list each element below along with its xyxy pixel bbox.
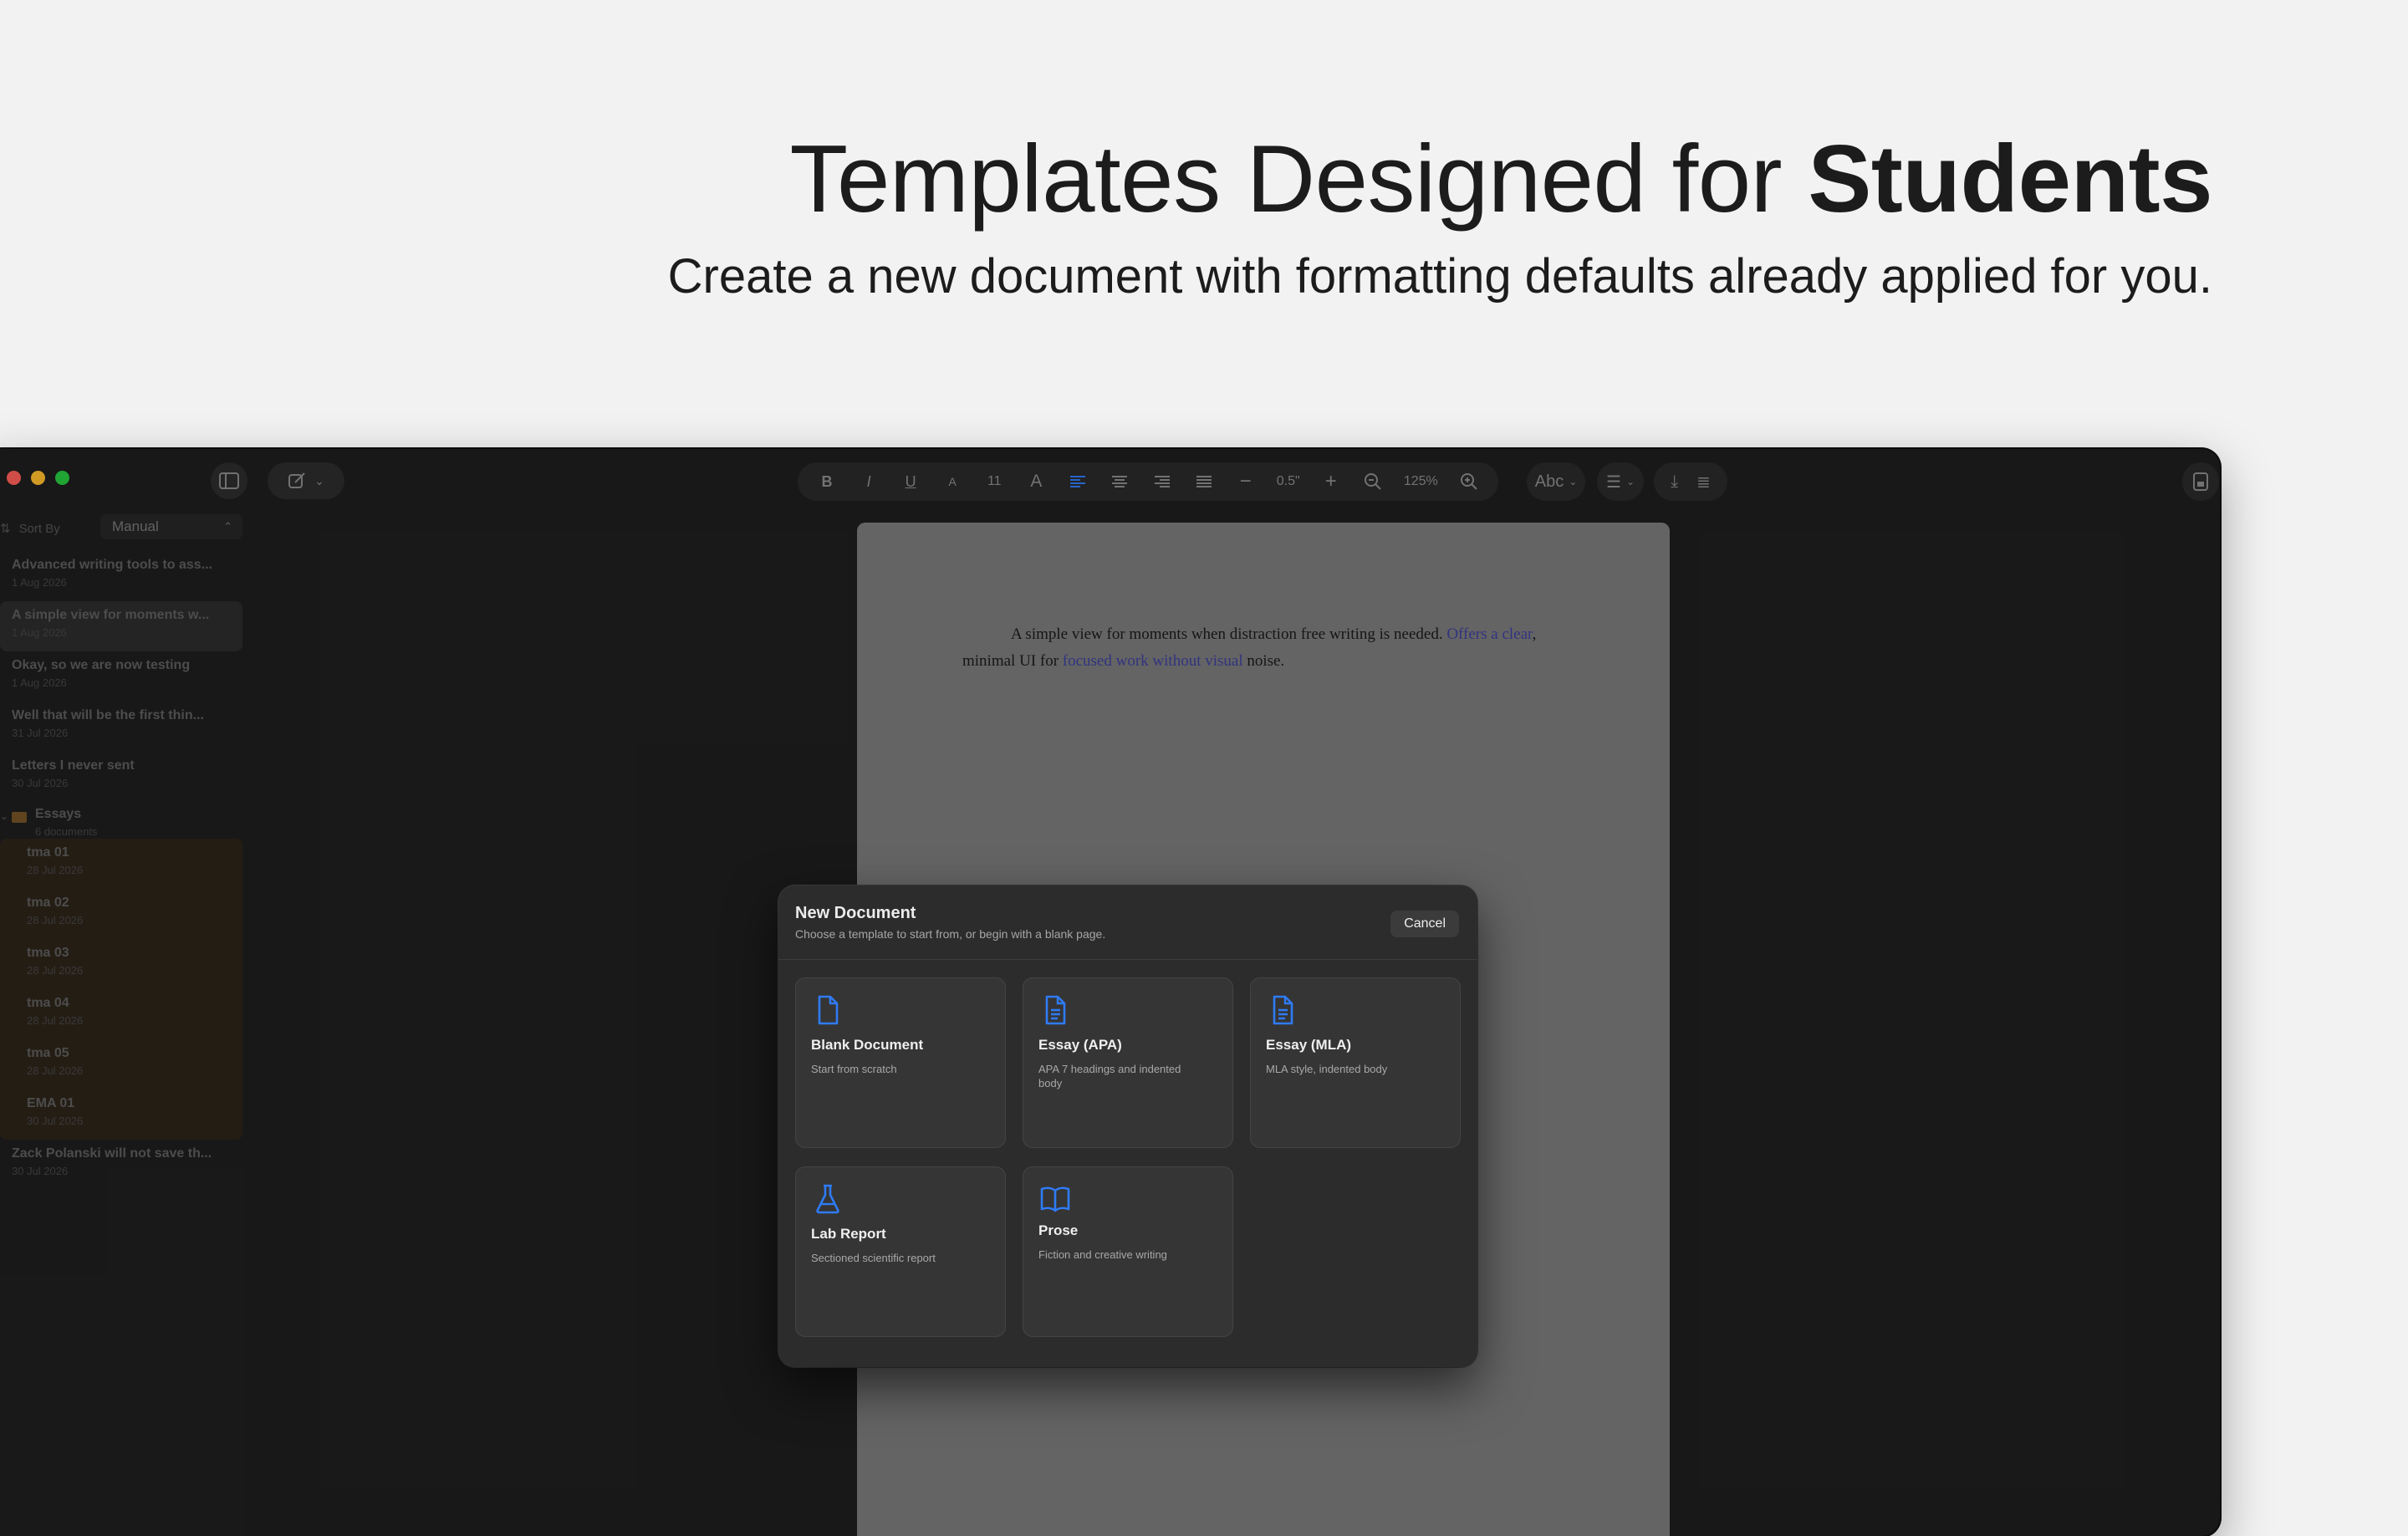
hero-title-bold: Students xyxy=(1808,126,2212,232)
template-title: Essay (APA) xyxy=(1038,1037,1122,1053)
template-blank-document[interactable]: Blank Document Start from scratch xyxy=(795,977,1006,1148)
divider xyxy=(778,959,1477,960)
document-icon xyxy=(818,995,839,1025)
template-description: APA 7 headings and indented body xyxy=(1038,1063,1181,1089)
app-window: ⇅ Sort By Manual ⌃ Advanced writing tool… xyxy=(0,449,2220,1536)
text-document-icon xyxy=(1045,995,1066,1025)
book-icon xyxy=(1040,1186,1070,1212)
template-title: Essay (MLA) xyxy=(1266,1037,1352,1053)
flask-icon xyxy=(816,1184,839,1214)
template-title: Prose xyxy=(1038,1222,1079,1238)
cancel-button[interactable]: Cancel xyxy=(1390,911,1459,937)
template-title: Blank Document xyxy=(811,1037,924,1053)
template-description: Sectioned scientific report xyxy=(811,1252,936,1264)
template-prose[interactable]: Prose Fiction and creative writing xyxy=(1023,1166,1233,1337)
text-document-icon xyxy=(1273,995,1293,1025)
template-description: MLA style, indented body xyxy=(1266,1063,1388,1075)
template-essay-apa[interactable]: Essay (APA) APA 7 headings and indented … xyxy=(1023,977,1233,1148)
template-description: Start from scratch xyxy=(811,1063,897,1075)
hero-subtitle: Create a new document with formatting de… xyxy=(667,249,2212,304)
dialog-subtitle: Choose a template to start from, or begi… xyxy=(795,927,1106,941)
hero-title: Templates Designed for Students xyxy=(790,132,2213,227)
hero-title-plain: Templates Designed for xyxy=(789,126,1809,232)
template-lab-report[interactable]: Lab Report Sectioned scientific report xyxy=(795,1166,1006,1337)
dialog-title: New Document xyxy=(795,904,916,922)
template-description: Fiction and creative writing xyxy=(1038,1248,1167,1261)
new-document-dialog: New Document Choose a template to start … xyxy=(778,885,1477,1367)
template-title: Lab Report xyxy=(811,1226,886,1242)
template-essay-mla[interactable]: Essay (MLA) MLA style, indented body xyxy=(1250,977,1461,1148)
